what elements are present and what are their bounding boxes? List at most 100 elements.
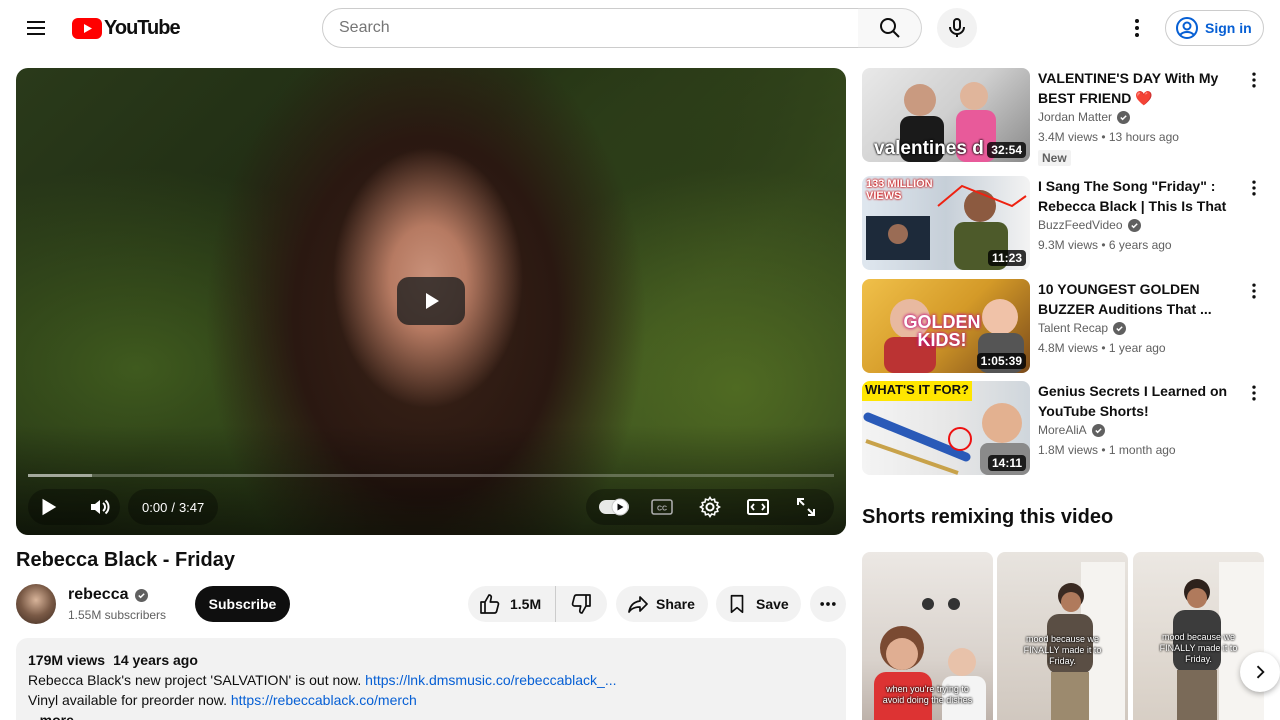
bookmark-icon <box>730 594 744 614</box>
logo-text: YouTube <box>104 16 181 39</box>
salvation-link[interactable]: https://lnk.dmsmusic.co/rebeccablack_... <box>365 672 616 688</box>
share-button[interactable]: Share <box>616 586 708 622</box>
recommendation-item[interactable]: valentines d 32:54 VALENTINE'S DAY With … <box>862 68 1266 166</box>
settings-menu-button[interactable] <box>1117 8 1157 48</box>
recommendation-item[interactable]: WHAT'S IT FOR? 14:11 Genius Secrets I Le… <box>862 381 1264 477</box>
video-thumbnail[interactable]: WHAT'S IT FOR? 14:11 <box>862 381 1030 475</box>
voice-search-button[interactable] <box>937 8 977 48</box>
shorts-shelf-title: Shorts remixing this video <box>862 506 1114 528</box>
play-icon <box>42 498 57 516</box>
theater-mode-icon <box>747 499 769 515</box>
like-dislike-group: 1.5M <box>468 586 607 622</box>
recommendation-channel: Talent Recap <box>1038 321 1109 335</box>
search-button[interactable] <box>858 8 922 48</box>
short-item[interactable]: when you're trying to avoid doing the di… <box>862 552 993 720</box>
recommendation-menu-button[interactable] <box>1242 381 1266 405</box>
show-more-link[interactable]: ...more <box>28 710 834 720</box>
like-count: 1.5M <box>510 596 542 612</box>
more-vert-icon <box>1252 180 1256 196</box>
duration-badge: 32:54 <box>987 142 1026 158</box>
save-label: Save <box>756 596 789 612</box>
large-play-button[interactable] <box>397 277 465 325</box>
more-actions-button[interactable] <box>810 586 846 622</box>
subscribe-button[interactable]: Subscribe <box>195 586 290 622</box>
channel-name-row[interactable]: rebecca <box>68 586 148 604</box>
recommendation-menu-button[interactable] <box>1242 176 1266 200</box>
recommendation-title[interactable]: Genius Secrets I Learned on YouTube Shor… <box>1038 381 1238 421</box>
channel-name: rebecca <box>68 586 129 603</box>
short-item[interactable]: mood because we FINALLY made it to Frida… <box>1133 552 1264 720</box>
channel-avatar[interactable] <box>16 584 56 624</box>
recommendation-channel-row[interactable]: Jordan Matter <box>1038 110 1131 124</box>
more-vert-icon <box>1135 19 1139 37</box>
masthead: YouTube Sign in <box>0 0 1280 56</box>
autoplay-toggle[interactable] <box>596 489 632 525</box>
description-line-1: Rebecca Black's new project 'SALVATION' … <box>28 670 834 690</box>
upload-age: 14 years ago <box>113 652 198 668</box>
merch-link[interactable]: https://rebeccablack.co/merch <box>231 692 417 708</box>
like-button[interactable]: 1.5M <box>468 586 556 622</box>
chevron-right-icon <box>1256 665 1265 679</box>
video-thumbnail[interactable]: 133 MILLION VIEWS 11:23 <box>862 176 1030 270</box>
recommendation-channel: MoreAliA <box>1038 423 1087 437</box>
description-line-2: Vinyl available for preorder now. https:… <box>28 690 834 710</box>
shorts-next-button[interactable] <box>1240 652 1280 692</box>
recommendation-meta: 4.8M views • 1 year ago <box>1038 341 1166 355</box>
search-input[interactable] <box>339 19 858 37</box>
fullscreen-button[interactable] <box>788 489 824 525</box>
recommendation-meta: 9.3M views • 6 years ago <box>1038 238 1172 252</box>
recommendation-menu-button[interactable] <box>1242 279 1266 303</box>
play-icon <box>426 293 439 309</box>
verified-badge-icon <box>1113 321 1127 335</box>
youtube-play-logo-icon <box>72 17 102 39</box>
short-caption: mood because we FINALLY made it to Frida… <box>1023 634 1102 666</box>
youtube-logo[interactable]: YouTube <box>72 16 181 39</box>
save-button[interactable]: Save <box>716 586 801 622</box>
microphone-icon <box>949 18 965 37</box>
recommendation-meta: 1.8M views • 1 month ago <box>1038 443 1176 457</box>
svg-text:CC: CC <box>657 506 667 513</box>
current-time: 0:00 <box>142 499 168 515</box>
time-separator: / <box>171 499 175 515</box>
subscriber-count: 1.55M subscribers <box>68 608 167 622</box>
recommendation-title[interactable]: 10 YOUNGEST GOLDEN BUZZER Auditions That… <box>1038 279 1238 319</box>
dislike-button[interactable] <box>556 586 606 622</box>
video-player[interactable]: 0:00 / 3:47 CC <box>16 68 846 535</box>
sign-in-button[interactable]: Sign in <box>1165 10 1264 46</box>
mute-button[interactable] <box>82 489 118 525</box>
video-thumbnail[interactable]: valentines d 32:54 <box>862 68 1030 162</box>
recommendation-channel-row[interactable]: MoreAliA <box>1038 423 1105 437</box>
recommendation-channel: BuzzFeedVideo <box>1038 218 1123 232</box>
description-text-2: Vinyl available for preorder now. <box>28 692 227 708</box>
more-vert-icon <box>1252 72 1256 88</box>
recommendation-meta: 3.4M views • 13 hours ago <box>1038 130 1179 144</box>
search-box[interactable] <box>322 8 859 48</box>
new-badge: New <box>1038 150 1071 166</box>
settings-button[interactable] <box>692 489 728 525</box>
video-thumbnail[interactable]: GOLDEN KIDS! 1:05:39 <box>862 279 1030 373</box>
recommendation-menu-button[interactable] <box>1242 68 1266 92</box>
autoplay-toggle-icon <box>599 498 629 516</box>
recommendation-channel-row[interactable]: Talent Recap <box>1038 321 1127 335</box>
verified-badge-icon <box>1091 423 1105 437</box>
more-vert-icon <box>1252 385 1256 401</box>
recommendation-channel-row[interactable]: BuzzFeedVideo <box>1038 218 1141 232</box>
settings-gear-icon <box>699 496 721 518</box>
recommendation-item[interactable]: GOLDEN KIDS! 1:05:39 10 YOUNGEST GOLDEN … <box>862 279 1264 375</box>
captions-button[interactable]: CC <box>644 489 680 525</box>
guide-menu-button[interactable] <box>16 8 56 48</box>
volume-icon <box>91 499 110 515</box>
thumbnail-caption: GOLDEN KIDS! <box>903 312 981 350</box>
recommendation-title[interactable]: VALENTINE'S DAY With My BEST FRIEND ❤️ <box>1038 68 1238 108</box>
verified-badge-icon <box>1127 218 1141 232</box>
description-box[interactable]: 179M views 14 years ago Rebecca Black's … <box>16 638 846 720</box>
theater-mode-button[interactable] <box>740 489 776 525</box>
description-meta: 179M views 14 years ago <box>28 650 834 670</box>
view-count: 179M views <box>28 652 106 668</box>
short-item[interactable]: mood because we FINALLY made it to Frida… <box>997 552 1128 720</box>
progress-bar[interactable] <box>28 474 834 477</box>
play-button[interactable] <box>30 489 66 525</box>
recommendation-item[interactable]: 133 MILLION VIEWS 11:23 I Sang The Song … <box>862 176 1264 272</box>
recommendation-title[interactable]: I Sang The Song "Friday" : Rebecca Black… <box>1038 176 1238 216</box>
thumbs-down-icon <box>571 594 591 614</box>
